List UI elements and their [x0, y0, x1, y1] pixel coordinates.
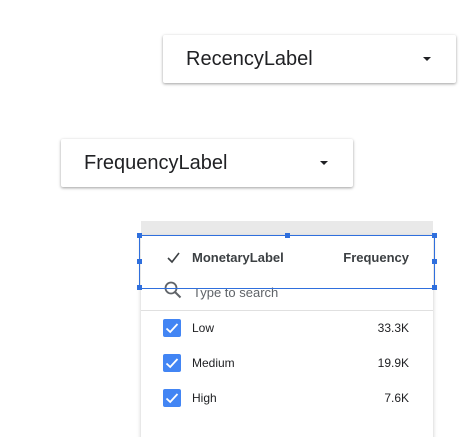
- filter-item-value: 33.3K: [377, 321, 409, 335]
- frequency-dropdown[interactable]: FrequencyLabel: [61, 139, 353, 187]
- caret-down-icon: [320, 161, 328, 165]
- filter-item-low[interactable]: Low 33.3K: [141, 317, 433, 339]
- frequency-dropdown-label: FrequencyLabel: [84, 151, 228, 174]
- resize-handle[interactable]: [432, 259, 437, 264]
- caret-down-icon: [423, 57, 431, 61]
- checkbox-checked-icon[interactable]: [163, 389, 181, 407]
- resize-handle[interactable]: [137, 259, 142, 264]
- resize-handle[interactable]: [137, 285, 142, 290]
- selection-frame[interactable]: [139, 235, 435, 289]
- divider: [141, 310, 433, 311]
- filter-item-value: 19.9K: [377, 356, 409, 370]
- filter-item-label: Low: [192, 321, 215, 335]
- checkbox-checked-icon[interactable]: [163, 354, 181, 372]
- resize-handle[interactable]: [432, 285, 437, 290]
- filter-item-medium[interactable]: Medium 19.9K: [141, 352, 433, 374]
- resize-handle[interactable]: [432, 233, 437, 238]
- checkbox-checked-icon[interactable]: [163, 319, 181, 337]
- filter-item-label: Medium: [192, 356, 235, 370]
- recency-dropdown-label: RecencyLabel: [186, 47, 313, 70]
- filter-item-high[interactable]: High 7.6K: [141, 387, 433, 409]
- resize-handle[interactable]: [137, 233, 142, 238]
- canvas: RecencyLabel FrequencyLabel MonetaryLabe…: [0, 0, 473, 437]
- filter-item-value: 7.6K: [384, 391, 409, 405]
- recency-dropdown[interactable]: RecencyLabel: [163, 35, 456, 83]
- resize-handle[interactable]: [285, 233, 290, 238]
- filter-item-label: High: [192, 391, 217, 405]
